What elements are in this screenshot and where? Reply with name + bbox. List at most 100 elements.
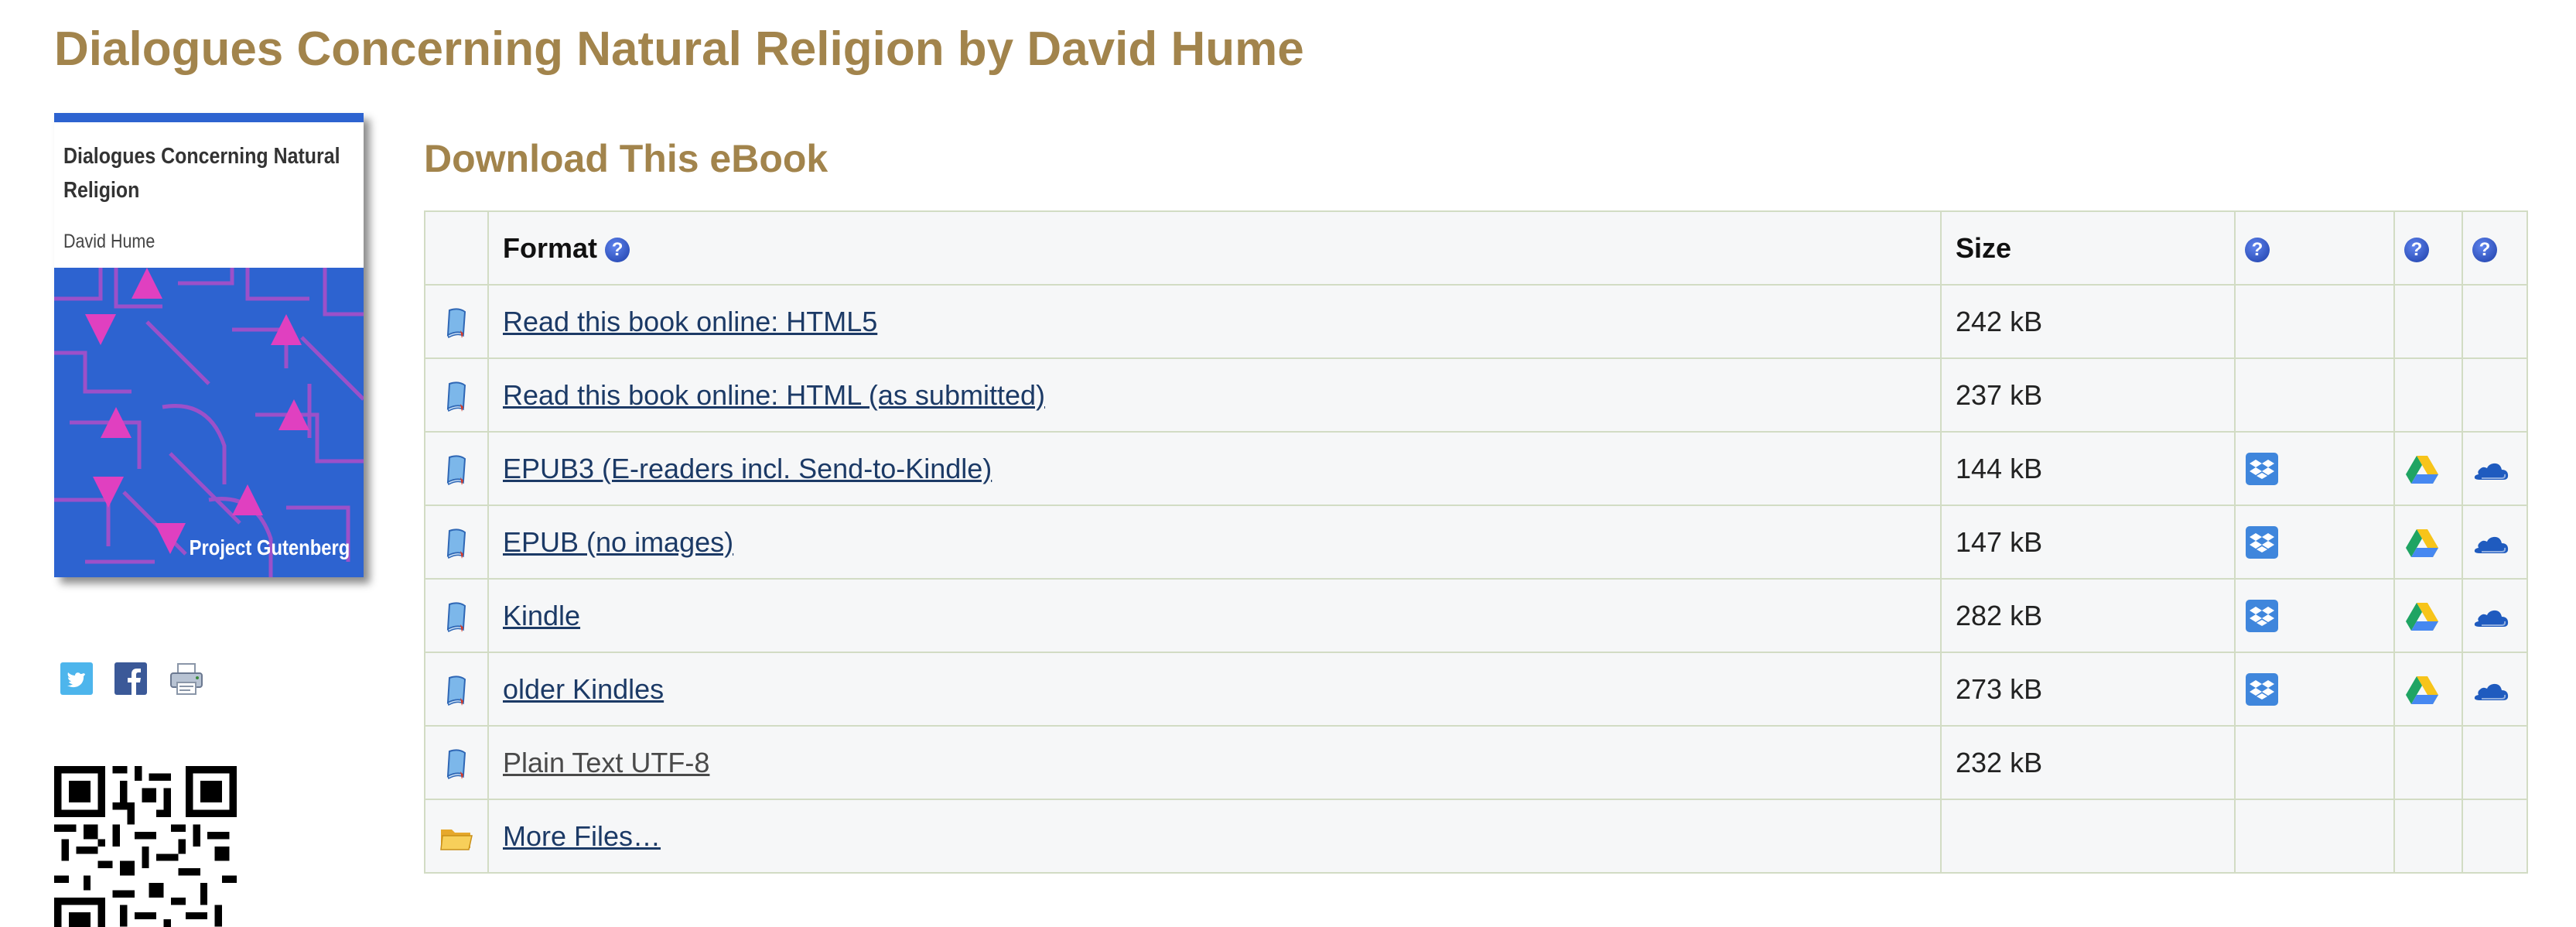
header-gdrive-help: ? bbox=[2393, 210, 2463, 286]
table-header-row: Format ? Size ? ? ? bbox=[424, 210, 2528, 286]
book-icon bbox=[424, 431, 489, 506]
format-cell: EPUB3 (E-readers incl. Send-to-Kindle) bbox=[487, 431, 1942, 506]
service-cell bbox=[2234, 578, 2395, 653]
book-cover: Dialogues Concerning Natural Religion Da… bbox=[54, 113, 364, 577]
service-cell bbox=[2393, 505, 2463, 580]
book-icon bbox=[424, 284, 489, 359]
service-cell bbox=[2234, 431, 2395, 506]
format-cell: More Files… bbox=[487, 799, 1942, 874]
size-cell: 237 kB bbox=[1940, 357, 2236, 433]
service-cell bbox=[2234, 725, 2395, 800]
google-drive-icon[interactable] bbox=[2404, 452, 2440, 484]
folder-icon bbox=[424, 799, 489, 874]
download-table: Format ? Size ? ? ? Read this book onlin… bbox=[424, 210, 2528, 874]
format-cell: Read this book online: HTML (as submitte… bbox=[487, 357, 1942, 433]
service-cell bbox=[2462, 799, 2528, 874]
service-cell bbox=[2393, 284, 2463, 359]
onedrive-icon[interactable] bbox=[2472, 526, 2509, 558]
header-format-label: Format bbox=[503, 231, 598, 264]
service-cell bbox=[2462, 357, 2528, 433]
service-cell bbox=[2234, 652, 2395, 727]
dropbox-icon[interactable] bbox=[2245, 672, 2279, 706]
ebook-page: Dialogues Concerning Natural Religion by… bbox=[0, 0, 2576, 927]
service-cell bbox=[2393, 431, 2463, 506]
table-row: Read this book online: HTML5 242 kB bbox=[424, 284, 2528, 359]
facebook-icon[interactable] bbox=[114, 662, 147, 699]
table-row: Read this book online: HTML (as submitte… bbox=[424, 357, 2528, 433]
service-cell bbox=[2393, 799, 2463, 874]
header-dropbox-help: ? bbox=[2234, 210, 2395, 286]
book-icon bbox=[424, 652, 489, 727]
service-cell bbox=[2462, 505, 2528, 580]
size-cell: 232 kB bbox=[1940, 725, 2236, 800]
size-cell: 242 kB bbox=[1940, 284, 2236, 359]
qr-code bbox=[54, 766, 237, 927]
book-icon bbox=[424, 357, 489, 433]
service-cell bbox=[2234, 284, 2395, 359]
book-icon bbox=[424, 505, 489, 580]
service-cell bbox=[2234, 799, 2395, 874]
service-cell bbox=[2393, 725, 2463, 800]
table-row: EPUB (no images) 147 kB bbox=[424, 505, 2528, 580]
service-cell bbox=[2234, 505, 2395, 580]
format-link[interactable]: Kindle bbox=[503, 600, 580, 631]
cover-author: David Hume bbox=[63, 231, 155, 252]
cover-brand: Project Gutenberg bbox=[189, 535, 350, 559]
onedrive-icon[interactable] bbox=[2472, 600, 2509, 631]
size-cell: 273 kB bbox=[1940, 652, 2236, 727]
table-row: More Files… bbox=[424, 799, 2528, 874]
format-link[interactable]: More Files… bbox=[503, 820, 661, 852]
format-link[interactable]: older Kindles bbox=[503, 673, 664, 705]
format-cell: Kindle bbox=[487, 578, 1942, 653]
format-link[interactable]: EPUB (no images) bbox=[503, 526, 733, 558]
header-size: Size bbox=[1940, 210, 2236, 286]
google-drive-icon[interactable] bbox=[2404, 672, 2440, 705]
format-cell: Plain Text UTF-8 bbox=[487, 725, 1942, 800]
service-cell bbox=[2393, 357, 2463, 433]
service-cell bbox=[2462, 652, 2528, 727]
help-icon[interactable]: ? bbox=[2245, 237, 2270, 262]
twitter-icon[interactable] bbox=[60, 662, 93, 699]
help-icon[interactable]: ? bbox=[2404, 237, 2429, 262]
cover-pattern bbox=[54, 268, 364, 577]
help-icon[interactable]: ? bbox=[605, 237, 630, 262]
table-row: older Kindles 273 kB bbox=[424, 652, 2528, 727]
cover-header: Dialogues Concerning Natural Religion Da… bbox=[54, 113, 364, 268]
size-cell: 147 kB bbox=[1940, 505, 2236, 580]
help-icon[interactable]: ? bbox=[2472, 237, 2497, 262]
google-drive-icon[interactable] bbox=[2404, 525, 2440, 558]
service-cell bbox=[2393, 652, 2463, 727]
dropbox-icon[interactable] bbox=[2245, 598, 2279, 633]
book-icon bbox=[424, 578, 489, 653]
table-row: Kindle 282 kB bbox=[424, 578, 2528, 653]
service-cell bbox=[2462, 578, 2528, 653]
size-cell: 144 kB bbox=[1940, 431, 2236, 506]
page-title: Dialogues Concerning Natural Religion by… bbox=[54, 22, 1304, 76]
format-link[interactable]: EPUB3 (E-readers incl. Send-to-Kindle) bbox=[503, 453, 992, 484]
book-icon bbox=[424, 725, 489, 800]
download-heading: Download This eBook bbox=[424, 137, 828, 180]
print-icon[interactable] bbox=[169, 662, 204, 700]
onedrive-icon[interactable] bbox=[2472, 453, 2509, 484]
service-cell bbox=[2462, 725, 2528, 800]
header-blank bbox=[424, 210, 489, 286]
dropbox-icon[interactable] bbox=[2245, 451, 2279, 486]
format-link[interactable]: Plain Text UTF-8 bbox=[503, 747, 709, 778]
format-cell: EPUB (no images) bbox=[487, 505, 1942, 580]
google-drive-icon[interactable] bbox=[2404, 599, 2440, 631]
service-cell bbox=[2462, 431, 2528, 506]
service-cell bbox=[2393, 578, 2463, 653]
format-link[interactable]: Read this book online: HTML (as submitte… bbox=[503, 379, 1045, 411]
service-cell bbox=[2462, 284, 2528, 359]
dropbox-icon[interactable] bbox=[2245, 525, 2279, 559]
cover-title: Dialogues Concerning Natural Religion bbox=[63, 144, 340, 203]
header-onedrive-help: ? bbox=[2462, 210, 2528, 286]
size-cell bbox=[1940, 799, 2236, 874]
format-cell: older Kindles bbox=[487, 652, 1942, 727]
size-cell: 282 kB bbox=[1940, 578, 2236, 653]
format-cell: Read this book online: HTML5 bbox=[487, 284, 1942, 359]
table-row: Plain Text UTF-8 232 kB bbox=[424, 725, 2528, 800]
format-link[interactable]: Read this book online: HTML5 bbox=[503, 306, 877, 337]
onedrive-icon[interactable] bbox=[2472, 673, 2509, 705]
service-cell bbox=[2234, 357, 2395, 433]
